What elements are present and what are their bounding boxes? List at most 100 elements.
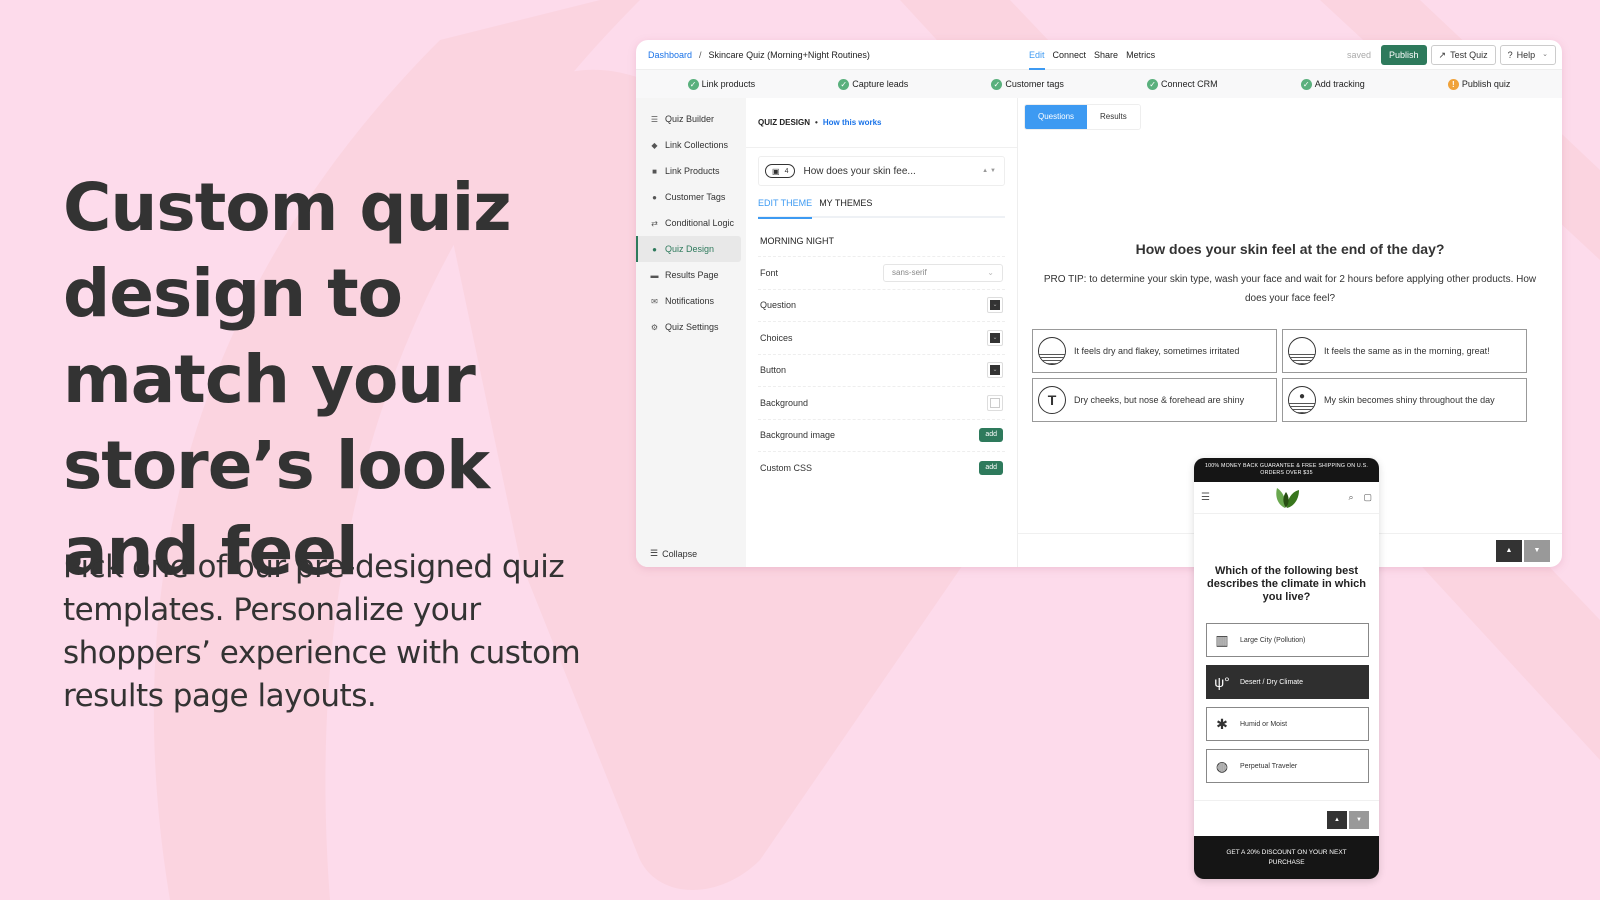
choice-combination-skin[interactable]: T Dry cheeks, but nose & forehead are sh… (1032, 378, 1277, 422)
test-quiz-label: Test Quiz (1450, 50, 1488, 60)
font-label: Font (760, 267, 779, 278)
check-circle-icon: ✓ (838, 78, 850, 90)
mobile-next-button[interactable]: ▼ (1349, 811, 1369, 829)
sidebar-item-results-page[interactable]: ▬ Results Page (636, 262, 746, 288)
sidebar-item-label: Quiz Builder (665, 114, 715, 124)
step-customer-tags[interactable]: ✓ Customer tags (991, 78, 1064, 90)
sidebar-item-notifications[interactable]: ✉ Notifications (636, 288, 746, 314)
choice-label: Large City (Pollution) (1240, 636, 1306, 644)
mobile-choices: ▥ Large City (Pollution) ψ° Desert / Dry… (1206, 623, 1369, 783)
font-select[interactable]: sans-serif ⌄ (883, 263, 1003, 282)
mobile-choice-humid[interactable]: ✱ Humid or Moist (1206, 707, 1369, 741)
sidebar-item-quiz-settings[interactable]: ⚙ Quiz Settings (636, 314, 746, 340)
gift-icon: ■ (652, 166, 657, 176)
sidebar-item-conditional-logic[interactable]: ⇄ Conditional Logic (636, 210, 746, 236)
question-picker[interactable]: ▣ 4 How does your skin fee... ▲▼ (758, 156, 1005, 186)
tab-connect[interactable]: Connect (1053, 40, 1087, 70)
theme-name: MORNING NIGHT (758, 218, 1005, 257)
mobile-question: Which of the following best describes th… (1207, 565, 1366, 603)
app-body: ☰ Quiz Builder ◆ Link Collections ■ Link Pr… (636, 98, 1562, 567)
search-icon[interactable]: ⌕ (1348, 492, 1353, 503)
step-publish-quiz[interactable]: ! Publish quiz (1447, 78, 1510, 90)
breadcrumb-separator: / (699, 49, 702, 60)
choice-oily-skin[interactable]: ● My skin becomes shiny throughout the d… (1282, 378, 1527, 422)
envelope-icon: ✉ (651, 296, 658, 306)
external-link-icon: ↗ (1438, 50, 1447, 60)
chevron-down-icon: ⌄ (990, 365, 1000, 376)
mobile-choice-traveler[interactable]: ◍ Perpetual Traveler (1206, 749, 1369, 783)
tab-my-themes[interactable]: MY THEMES (819, 198, 872, 216)
tab-results[interactable]: Results (1087, 105, 1140, 129)
sidebar-item-link-products[interactable]: ■ Link Products (636, 158, 746, 184)
button-color-swatch[interactable]: ⌄ (987, 362, 1003, 379)
mobile-header-actions: ⌕ ▢ (1348, 492, 1372, 503)
step-label: Capture leads (852, 79, 909, 89)
mobile-choice-desert[interactable]: ψ° Desert / Dry Climate (1206, 665, 1369, 699)
mobile-previous-button[interactable]: ▲ (1327, 811, 1347, 829)
prop-label: Custom CSS (760, 463, 813, 474)
mobile-choice-large-city[interactable]: ▥ Large City (Pollution) (1206, 623, 1369, 657)
tab-edit-theme[interactable]: EDIT THEME (758, 198, 813, 219)
chevron-down-icon: ⌄ (990, 332, 1000, 343)
normal-skin-icon (1288, 337, 1316, 365)
sidebar-item-link-collections[interactable]: ◆ Link Collections (636, 132, 746, 158)
choice-label: It feels the same as in the morning, gre… (1324, 346, 1490, 356)
theme-tabs: EDIT THEME MY THEMES (758, 198, 1005, 219)
step-capture-leads[interactable]: ✓ Capture leads (838, 78, 909, 90)
collapse-button[interactable]: ☰ Collapse (650, 548, 697, 559)
discount-footer: GET A 20% DISCOUNT ON YOUR NEXT PURCHASE (1194, 836, 1379, 879)
how-this-works-link[interactable]: How this works (823, 118, 882, 127)
add-custom-css-button[interactable]: add (979, 461, 1003, 476)
step-link-products[interactable]: ✓ Link products (687, 78, 755, 90)
step-label: Customer tags (1005, 79, 1064, 89)
next-question-button[interactable]: ▼ (1524, 540, 1550, 562)
step-connect-crm[interactable]: ✓ Connect CRM (1147, 78, 1218, 90)
tab-share[interactable]: Share (1094, 40, 1118, 70)
button-color-row: Button ⌄ (758, 355, 1005, 387)
tab-questions[interactable]: Questions (1025, 105, 1088, 129)
promo-banner: 100% MONEY BACK GUARANTEE & FREE SHIPPIN… (1194, 458, 1379, 482)
saved-status: saved (1346, 50, 1371, 60)
check-circle-icon: ✓ (991, 78, 1003, 90)
sidebar-item-quiz-design[interactable]: ● Quiz Design (636, 236, 741, 262)
background-color-swatch[interactable] (987, 394, 1003, 411)
question-color-swatch[interactable]: ⌄ (987, 297, 1003, 314)
sidebar-item-label: Link Products (665, 166, 720, 176)
choice-dry-skin[interactable]: It feels dry and flakey, sometimes irrit… (1032, 329, 1277, 373)
sidebar-item-label: Link Collections (665, 140, 729, 150)
check-circle-icon: ✓ (1147, 78, 1159, 90)
hero-title: Custom quiz design to match your store’s… (63, 169, 512, 590)
test-quiz-button[interactable]: ↗ Test Quiz (1430, 45, 1496, 65)
globe-plane-icon: ◍ (1215, 757, 1229, 774)
custom-css-row: Custom CSS add (758, 452, 1005, 485)
previous-question-button[interactable]: ▲ (1496, 540, 1522, 562)
hamburger-menu-icon[interactable]: ☰ (1201, 492, 1210, 503)
tab-edit[interactable]: Edit (1029, 40, 1045, 70)
design-editor: QUIZ DESIGN • How this works ▣ 4 How doe… (746, 98, 1018, 567)
editor-heading: QUIZ DESIGN (758, 118, 811, 127)
editor-header: QUIZ DESIGN • How this works (746, 98, 1017, 148)
publish-button[interactable]: Publish (1381, 45, 1427, 65)
help-button[interactable]: ? Help ⌄ (1499, 45, 1556, 65)
choice-label: My skin becomes shiny throughout the day (1324, 395, 1495, 405)
step-add-tracking[interactable]: ✓ Add tracking (1300, 78, 1365, 90)
tab-metrics[interactable]: Metrics (1126, 40, 1155, 70)
bag-icon[interactable]: ▢ (1363, 492, 1372, 503)
sidebar-item-customer-tags[interactable]: ● Customer Tags (636, 184, 746, 210)
sidebar-item-label: Conditional Logic (665, 218, 735, 228)
choice-normal-skin[interactable]: It feels the same as in the morning, gre… (1282, 329, 1527, 373)
sidebar-item-quiz-builder[interactable]: ☰ Quiz Builder (636, 106, 746, 132)
reorder-arrows-icon[interactable]: ▲▼ (982, 168, 998, 174)
question-color-row: Question ⌄ (758, 290, 1005, 322)
t-zone-icon: T (1038, 386, 1066, 414)
choices-color-swatch[interactable]: ⌄ (987, 329, 1003, 346)
image-icon: ▣ (772, 166, 780, 176)
add-background-image-button[interactable]: add (979, 428, 1003, 443)
sidebar-item-label: Results Page (665, 270, 719, 280)
tag-icon: ◆ (651, 140, 658, 150)
choice-label: Dry cheeks, but nose & forehead are shin… (1074, 395, 1245, 405)
check-circle-icon: ✓ (687, 78, 699, 90)
palm-tree-icon: ✱ (1216, 715, 1228, 732)
breadcrumb-dashboard-link[interactable]: Dashboard (648, 50, 692, 60)
mobile-preview: 100% MONEY BACK GUARANTEE & FREE SHIPPIN… (1194, 458, 1379, 879)
